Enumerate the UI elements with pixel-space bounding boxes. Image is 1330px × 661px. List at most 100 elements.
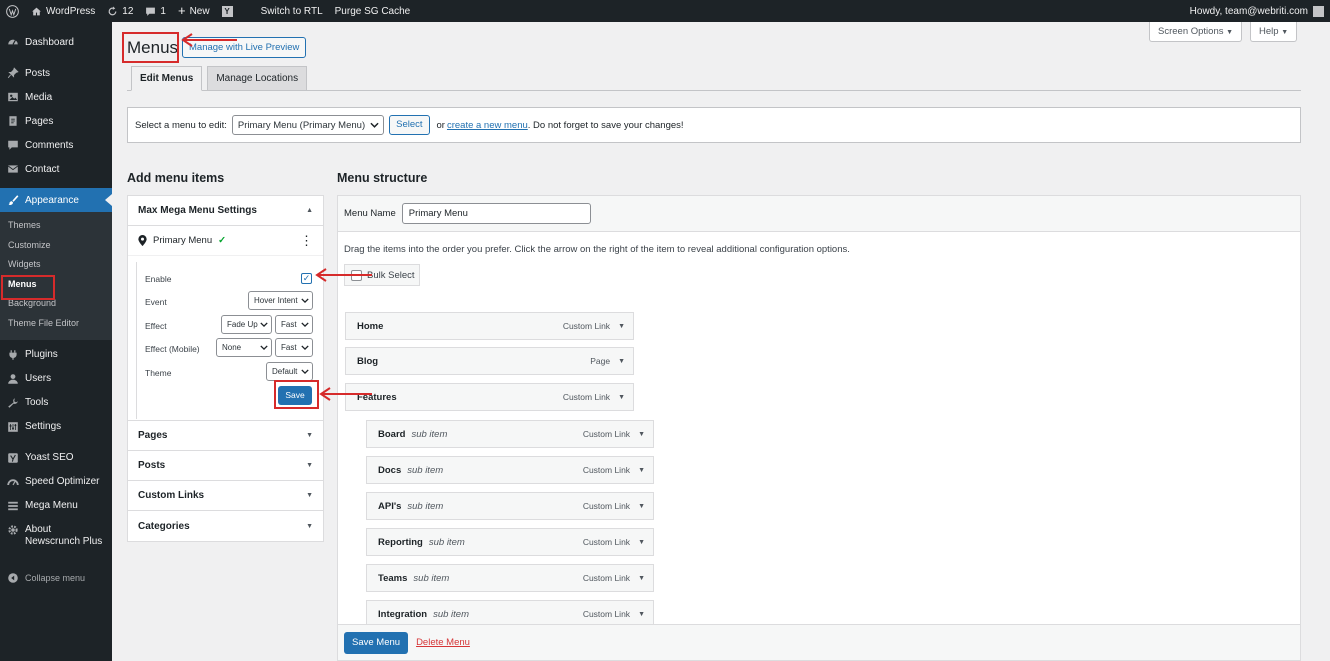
media-icon [7, 91, 19, 103]
save-menu-button[interactable]: Save Menu [344, 631, 409, 654]
wordpress-logo-icon[interactable] [0, 0, 25, 22]
sidebar-item-about-newscrunch[interactable]: About Newscrunch Plus [0, 518, 112, 554]
event-select[interactable]: Hover Intent [248, 291, 313, 310]
tab-edit-menus[interactable]: Edit Menus [131, 66, 203, 91]
menu-name-label: Menu Name [344, 208, 396, 219]
more-options-icon[interactable]: ⋮ [300, 233, 313, 249]
expand-item-icon[interactable]: ▼ [638, 467, 645, 474]
submenu-themes[interactable]: Themes [0, 216, 112, 236]
menu-item-row[interactable]: Reporting sub item Custom Link ▼ [366, 528, 654, 556]
expand-item-icon[interactable]: ▼ [638, 503, 645, 510]
expand-item-icon[interactable]: ▼ [618, 358, 625, 365]
comments-count: 1 [160, 5, 166, 17]
site-name-link[interactable]: WordPress [25, 0, 101, 22]
sidebar-item-label: Appearance [25, 194, 79, 206]
tab-manage-locations[interactable]: Manage Locations [207, 66, 308, 91]
expand-item-icon[interactable]: ▼ [638, 575, 645, 582]
manage-live-preview-button[interactable]: Manage with Live Preview [182, 37, 307, 58]
comments-link[interactable]: 1 [139, 0, 172, 22]
howdy-label: Howdy, team@webriti.com [1189, 5, 1308, 17]
menu-icon [7, 500, 19, 512]
sidebar-item-tools[interactable]: Tools [0, 391, 112, 415]
menu-item-row[interactable]: Features Custom Link ▼ [345, 383, 634, 411]
menu-item-title: Teams [378, 572, 408, 584]
bulk-select-button[interactable]: Bulk Select [344, 264, 420, 286]
menu-item-row[interactable]: Home Custom Link ▼ [345, 312, 634, 340]
nav-tabs: Edit Menus Manage Locations [131, 66, 308, 91]
theme-select[interactable]: Default [266, 362, 313, 381]
collapse-menu-button[interactable]: Collapse menu [0, 566, 112, 590]
menu-item-row[interactable]: Blog Page ▼ [345, 347, 634, 375]
yoast-icon [7, 452, 19, 464]
menu-select-dropdown[interactable]: Primary Menu (Primary Menu) [231, 115, 385, 135]
sidebar-item-comments[interactable]: Comments [0, 133, 112, 157]
pin-icon [7, 67, 19, 79]
menu-item-row[interactable]: API's sub item Custom Link ▼ [366, 492, 654, 520]
help-button[interactable]: Help ▼ [1250, 22, 1298, 42]
menu-item-row[interactable]: Board sub item Custom Link ▼ [366, 420, 654, 448]
menu-item-sub-label: sub item [433, 608, 469, 620]
accordion-custom-links[interactable]: Custom Links ▼ [128, 481, 323, 511]
sidebar-item-yoast-seo[interactable]: Yoast SEO [0, 446, 112, 470]
sidebar-item-appearance[interactable]: Appearance [0, 188, 112, 212]
submenu-widgets[interactable]: Widgets [0, 255, 112, 275]
expand-item-icon[interactable]: ▼ [638, 431, 645, 438]
effect-mobile-select[interactable]: None [216, 338, 272, 357]
submenu-customize[interactable]: Customize [0, 236, 112, 256]
yoast-adminbar-icon[interactable]: Y [216, 0, 239, 22]
effect-mobile-speed-select[interactable]: Fast [275, 338, 313, 357]
expand-item-icon[interactable]: ▼ [638, 611, 645, 618]
accordion-posts[interactable]: Posts ▼ [128, 451, 323, 481]
sidebar-item-dashboard[interactable]: Dashboard [0, 30, 112, 54]
sidebar-item-label: Mega Menu [25, 500, 78, 512]
screen-options-button[interactable]: Screen Options ▼ [1149, 22, 1243, 42]
new-content-link[interactable]: + New [172, 0, 216, 22]
annotation-box-save [274, 380, 319, 409]
collapse-arrow-icon [7, 572, 19, 584]
menu-name-input[interactable]: Primary Menu [401, 203, 591, 224]
switch-rtl-link[interactable]: Switch to RTL [255, 0, 329, 22]
menu-item-row[interactable]: Docs sub item Custom Link ▼ [366, 456, 654, 484]
menu-item-type: Custom Link [582, 429, 631, 439]
menu-item-title: Board [378, 428, 406, 440]
select-menu-button[interactable]: Select [389, 115, 430, 135]
menu-item-title: Reporting [378, 536, 423, 548]
expand-item-icon[interactable]: ▼ [618, 394, 625, 401]
menu-item-title: Docs [378, 464, 402, 476]
sidebar-item-pages[interactable]: Pages [0, 109, 112, 133]
sidebar-item-speed-optimizer[interactable]: Speed Optimizer [0, 470, 112, 494]
pages-icon [7, 115, 19, 127]
accordion-categories[interactable]: Categories ▼ [128, 511, 323, 541]
caret-up-icon: ▲ [306, 207, 313, 214]
delete-menu-link[interactable]: Delete Menu [416, 637, 470, 648]
mega-menu-settings-title: Max Mega Menu Settings [138, 205, 257, 216]
submenu-theme-file-editor[interactable]: Theme File Editor [0, 314, 112, 334]
accordion-pages[interactable]: Pages ▼ [128, 421, 323, 451]
create-new-menu-link[interactable]: create a new menu [447, 120, 528, 131]
updates-link[interactable]: 12 [101, 0, 139, 22]
bulk-select-checkbox[interactable] [351, 269, 362, 281]
sidebar-item-posts[interactable]: Posts [0, 61, 112, 85]
sidebar-item-media[interactable]: Media [0, 85, 112, 109]
mega-menu-settings-header[interactable]: Max Mega Menu Settings ▲ [128, 196, 323, 226]
purge-cache-link[interactable]: Purge SG Cache [329, 0, 417, 22]
help-label: Help [1259, 26, 1279, 37]
wrench-icon [7, 397, 19, 409]
sidebar-item-mega-menu[interactable]: Mega Menu [0, 494, 112, 518]
enable-checkbox[interactable]: ✓ [301, 273, 312, 284]
expand-item-icon[interactable]: ▼ [618, 323, 625, 330]
sidebar-item-label: Settings [25, 421, 62, 433]
home-icon [32, 7, 41, 15]
sidebar-item-contact[interactable]: Contact [0, 157, 112, 181]
sidebar-item-settings[interactable]: Settings [0, 415, 112, 439]
sidebar-item-plugins[interactable]: Plugins [0, 343, 112, 367]
account-menu[interactable]: Howdy, team@webriti.com [1189, 5, 1330, 17]
sidebar-item-users[interactable]: Users [0, 367, 112, 391]
sliders-icon [7, 421, 19, 433]
site-name: WordPress [46, 5, 96, 17]
effect-speed-select[interactable]: Fast [275, 315, 313, 334]
menu-item-row[interactable]: Teams sub item Custom Link ▼ [366, 564, 654, 592]
accordion-posts-title: Posts [138, 460, 166, 471]
expand-item-icon[interactable]: ▼ [638, 539, 645, 546]
effect-select[interactable]: Fade Up [221, 315, 272, 334]
